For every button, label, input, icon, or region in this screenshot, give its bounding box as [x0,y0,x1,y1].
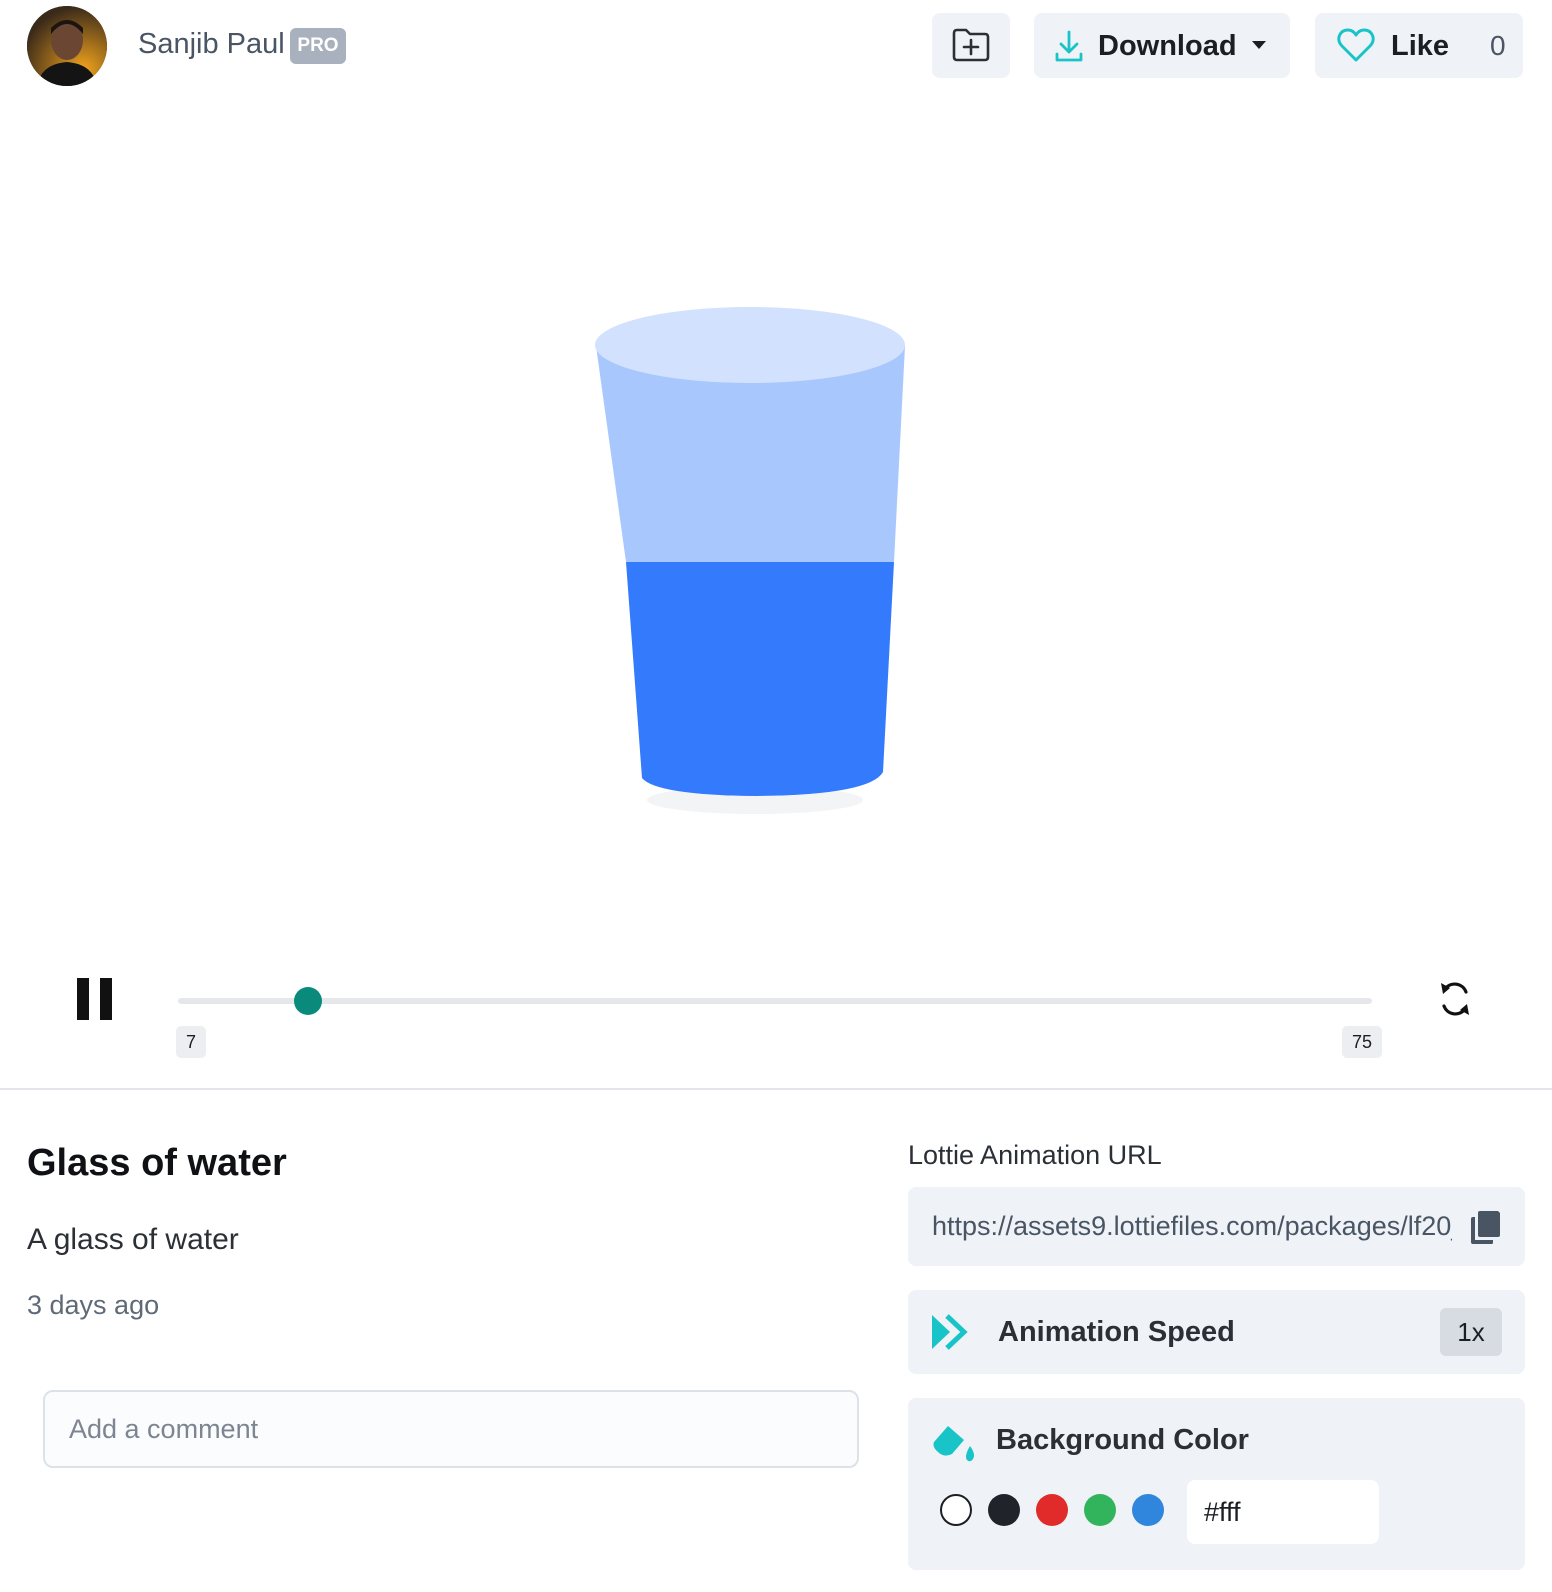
animation-description: A glass of water [27,1223,239,1256]
pro-badge: PRO [290,28,346,64]
lottie-url-field[interactable]: https://assets9.lottiefiles.com/packages… [908,1187,1525,1266]
animation-speed-panel: Animation Speed 1x [908,1290,1525,1374]
glass-of-water-animation [595,307,905,814]
avatar-photo-icon [27,6,107,86]
total-frames-label: 75 [1342,1026,1383,1058]
lottie-url-label: Lottie Animation URL [908,1140,1162,1170]
avatar[interactable] [27,6,107,86]
swatch-black[interactable] [988,1494,1020,1526]
pause-icon [77,978,89,1020]
download-icon [1055,30,1083,62]
download-button[interactable]: Download [1034,13,1290,78]
hex-color-input[interactable] [1187,1480,1379,1544]
paint-bucket-icon [933,1426,974,1462]
published-time: 3 days ago [27,1290,160,1320]
lottie-url-value[interactable]: https://assets9.lottiefiles.com/packages… [932,1211,1452,1242]
like-count: 0 [1490,30,1506,61]
seek-bar-track[interactable] [178,998,1372,1004]
current-frame-label: 7 [176,1026,207,1058]
pause-icon-bar [100,978,112,1020]
author-name[interactable]: Sanjib Paul [138,28,285,61]
folder-plus-icon [952,28,990,62]
pause-button[interactable] [76,978,114,1020]
like-button[interactable]: Like 0 [1315,13,1523,78]
seek-bar-thumb[interactable] [293,987,322,1015]
heart-icon [1337,28,1375,62]
copy-icon[interactable] [1467,1207,1503,1247]
like-label: Like [1391,30,1450,62]
section-divider [0,1088,1552,1090]
animation-speed-label: Animation Speed [998,1316,1235,1348]
animation-canvas [0,100,1552,960]
animation-title: Glass of water [27,1142,287,1184]
loop-icon [1441,982,1469,1016]
background-color-panel: Background Color [908,1398,1525,1570]
fast-forward-icon [932,1314,968,1350]
download-label: Download [1098,30,1237,62]
chevron-down-icon [1252,41,1266,49]
swatch-blue[interactable] [1132,1494,1164,1526]
header-bar: Sanjib Paul PRO Download Like 0 [0,0,1552,100]
speed-selector[interactable]: 1x [1440,1308,1502,1356]
swatch-green[interactable] [1084,1494,1116,1526]
swatch-red[interactable] [1036,1494,1068,1526]
glass-rim [595,307,905,383]
background-color-label: Background Color [996,1424,1249,1456]
swatch-white[interactable] [940,1494,972,1526]
comment-input[interactable] [43,1390,859,1468]
water-fill [626,562,894,796]
add-to-folder-button[interactable] [932,13,1010,78]
loop-button[interactable] [1438,979,1472,1024]
